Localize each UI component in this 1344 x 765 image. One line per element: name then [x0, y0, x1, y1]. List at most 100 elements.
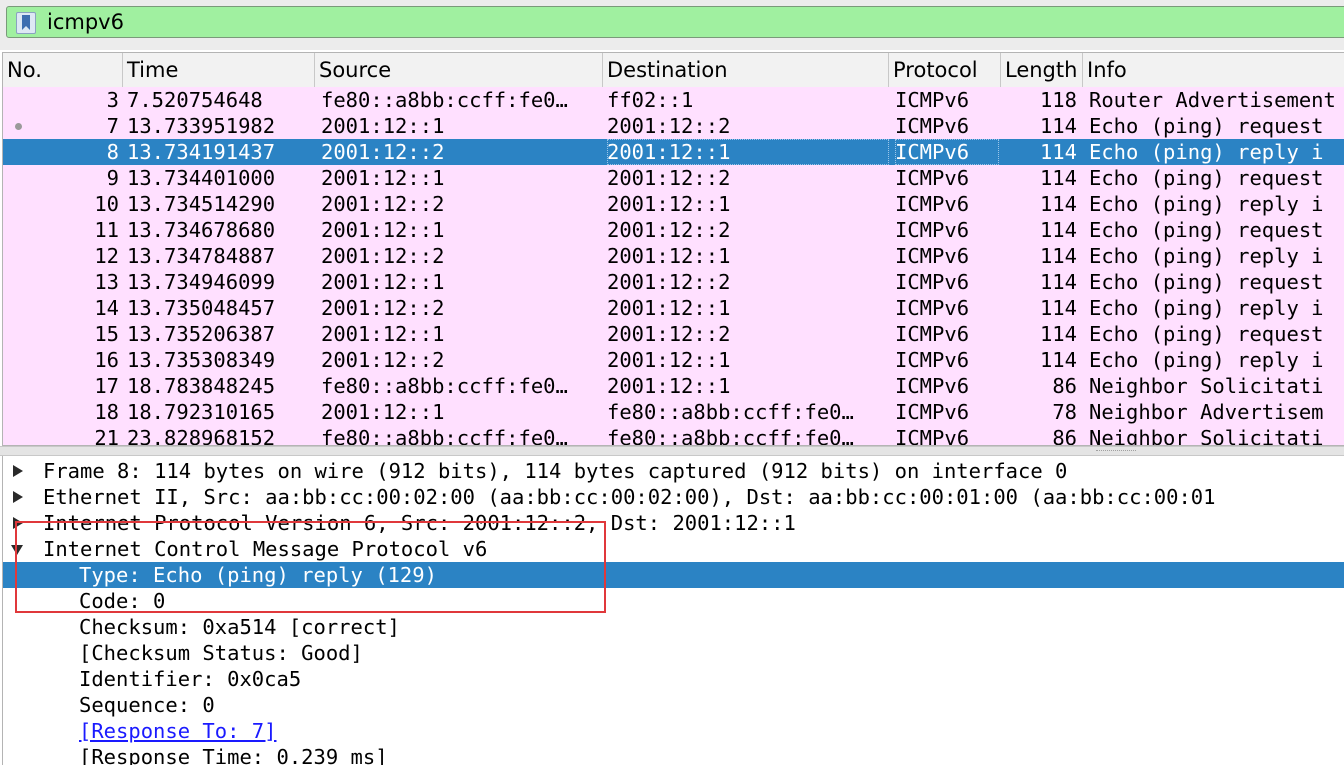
cell-destination: 2001:12::2: [607, 166, 731, 190]
display-filter-toolbar: icmpv6: [0, 0, 1344, 50]
cell-protocol: ICMPv6: [895, 88, 970, 112]
packet-list-header: No. Time Source Destination Protocol Len…: [3, 53, 1344, 88]
cell-source: 2001:12::2: [321, 348, 445, 372]
packet-row-selected[interactable]: 8 13.734191437 2001:12::2 2001:12::1 ICMPv6 1…: [3, 139, 1344, 165]
cell-destination: ff02::1: [607, 88, 694, 112]
cell-protocol: ICMPv6: [895, 192, 970, 216]
bookmark-icon[interactable]: [16, 12, 36, 34]
tree-item[interactable]: Frame 8: 114 bytes on wire (912 bits), 1…: [3, 458, 1344, 484]
tree-item[interactable]: [Checksum Status: Good]: [3, 640, 1344, 666]
pane-splitter[interactable]: [0, 446, 1344, 456]
tree-item-selected[interactable]: Type: Echo (ping) reply (129): [3, 562, 1344, 588]
tree-item[interactable]: Identifier: 0x0ca5: [3, 666, 1344, 692]
cell-source: fe80::a8bb:ccff:fe0…: [321, 88, 568, 112]
packet-row[interactable]: 10 13.734514290 2001:12::2 2001:12::1 ICMPv6…: [3, 191, 1344, 217]
cell-source: 2001:12::2: [321, 244, 445, 268]
cell-length: 114: [1039, 218, 1077, 242]
cell-time: 18.783848245: [127, 374, 276, 398]
cell-time: 13.734946099: [127, 270, 276, 294]
tree-link-item[interactable]: [Response To: 7]: [3, 718, 1344, 744]
tree-item-label: [Response Time: 0.239 ms]: [79, 745, 388, 765]
packet-row[interactable]: 18 18.792310165 2001:12::1 fe80::a8bb:ccff:…: [3, 399, 1344, 425]
tree-item[interactable]: [Response Time: 0.239 ms]: [3, 744, 1344, 765]
splitter-grip[interactable]: [1096, 450, 1136, 453]
cell-time: 13.735048457: [127, 296, 276, 320]
packet-row[interactable]: 7 13.733951982 2001:12::1 2001:12::2 ICMPv6 1…: [3, 113, 1344, 139]
packet-row[interactable]: 14 13.735048457 2001:12::2 2001:12::1 ICMPv6…: [3, 295, 1344, 321]
cell-time: 13.734514290: [127, 192, 276, 216]
cell-source: 2001:12::1: [321, 322, 445, 346]
cell-time: 13.734401000: [127, 166, 276, 190]
packet-row[interactable]: 3 7.520754648 fe80::a8bb:ccff:fe0… ff02::1 I…: [3, 87, 1344, 113]
tree-item[interactable]: Sequence: 0: [3, 692, 1344, 718]
tree-item-label: Internet Control Message Protocol v6: [43, 537, 488, 561]
cell-no: 11: [94, 218, 119, 242]
packet-row[interactable]: 17 18.783848245 fe80::a8bb:ccff:fe0… 2001:1…: [3, 373, 1344, 399]
tree-item[interactable]: Ethernet II, Src: aa:bb:cc:00:02:00 (aa:…: [3, 484, 1344, 510]
tree-item-label: Type: Echo (ping) reply (129): [79, 563, 437, 587]
packet-row[interactable]: 11 13.734678680 2001:12::1 2001:12::2 ICMPv6…: [3, 217, 1344, 243]
column-header-time[interactable]: Time: [123, 53, 315, 87]
packet-list[interactable]: No. Time Source Destination Protocol Len…: [2, 52, 1344, 446]
column-header-length[interactable]: Length: [1001, 53, 1083, 87]
cell-protocol: ICMPv6: [895, 426, 970, 446]
cell-destination: 2001:12::2: [607, 322, 731, 346]
display-filter-input[interactable]: icmpv6: [6, 6, 1344, 38]
collapse-arrow-icon[interactable]: [11, 545, 23, 555]
cell-length: 86: [1052, 374, 1077, 398]
cell-protocol: ICMPv6: [895, 374, 970, 398]
packet-row[interactable]: 12 13.734784887 2001:12::2 2001:12::1 ICMPv6…: [3, 243, 1344, 269]
packet-row[interactable]: 15 13.735206387 2001:12::1 2001:12::2 ICMPv6…: [3, 321, 1344, 347]
tree-item-label: Ethernet II, Src: aa:bb:cc:00:02:00 (aa:…: [43, 485, 1216, 509]
tree-item[interactable]: Code: 0: [3, 588, 1344, 614]
cell-destination: 2001:12::1: [607, 192, 731, 216]
packet-row[interactable]: 9 13.734401000 2001:12::1 2001:12::2 ICMPv6 1…: [3, 165, 1344, 191]
cell-info: Echo (ping) request: [1089, 270, 1324, 294]
cell-source: 2001:12::2: [321, 296, 445, 320]
expand-arrow-icon[interactable]: [13, 465, 23, 477]
cell-no: 15: [94, 322, 119, 346]
tree-item[interactable]: Internet Control Message Protocol v6: [3, 536, 1344, 562]
column-header-source[interactable]: Source: [315, 53, 603, 87]
tree-item-label: Identifier: 0x0ca5: [79, 667, 302, 691]
tree-item[interactable]: Checksum: 0xa514 [correct]: [3, 614, 1344, 640]
packet-row[interactable]: 21 23.828968152 fe80::a8bb:ccff:fe0… fe80::…: [3, 425, 1344, 446]
cell-protocol: ICMPv6: [895, 244, 970, 268]
packet-row[interactable]: 16 13.735308349 2001:12::2 2001:12::1 ICMPv6…: [3, 347, 1344, 373]
cell-protocol: ICMPv6: [895, 114, 970, 138]
expand-arrow-icon[interactable]: [13, 491, 23, 503]
cell-no: 9: [106, 166, 119, 190]
cell-protocol: ICMPv6: [895, 139, 999, 165]
cell-destination: 2001:12::2: [607, 114, 731, 138]
cell-no: 12: [94, 244, 119, 268]
cell-time: 23.828968152: [127, 426, 276, 446]
cell-source: 2001:12::1: [321, 218, 445, 242]
tree-item-label: Frame 8: 114 bytes on wire (912 bits), 1…: [43, 459, 1068, 483]
column-header-no[interactable]: No.: [3, 53, 123, 87]
cell-info: Echo (ping) reply i: [1089, 244, 1324, 268]
packet-row[interactable]: 13 13.734946099 2001:12::1 2001:12::2 ICMPv6…: [3, 269, 1344, 295]
cell-no: 13: [94, 270, 119, 294]
cell-destination: 2001:12::1: [607, 296, 731, 320]
cell-info: Neighbor Solicitati: [1089, 426, 1324, 446]
cell-no: 16: [94, 348, 119, 372]
cell-info: Echo (ping) reply i: [1089, 348, 1324, 372]
display-filter-value: icmpv6: [47, 10, 124, 34]
cell-time: 13.734784887: [127, 244, 276, 268]
cell-length: 114: [1039, 166, 1077, 190]
column-header-destination[interactable]: Destination: [603, 53, 889, 87]
cell-source: 2001:12::2: [321, 192, 445, 216]
tree-item[interactable]: Internet Protocol Version 6, Src: 2001:1…: [3, 510, 1344, 536]
tree-item-label: Checksum: 0xa514 [correct]: [79, 615, 400, 639]
cell-destination: 2001:12::1: [607, 139, 889, 165]
cell-length: 114: [1039, 270, 1077, 294]
expand-arrow-icon[interactable]: [13, 517, 23, 529]
cell-protocol: ICMPv6: [895, 322, 970, 346]
cell-source: fe80::a8bb:ccff:fe0…: [321, 426, 568, 446]
cell-length: 114: [1039, 296, 1077, 320]
column-header-protocol[interactable]: Protocol: [889, 53, 1001, 87]
packet-details-tree[interactable]: Frame 8: 114 bytes on wire (912 bits), 1…: [2, 456, 1344, 765]
tree-item-label: [Response To: 7]: [79, 719, 277, 743]
cell-no: 10: [94, 192, 119, 216]
column-header-info[interactable]: Info: [1083, 53, 1344, 87]
